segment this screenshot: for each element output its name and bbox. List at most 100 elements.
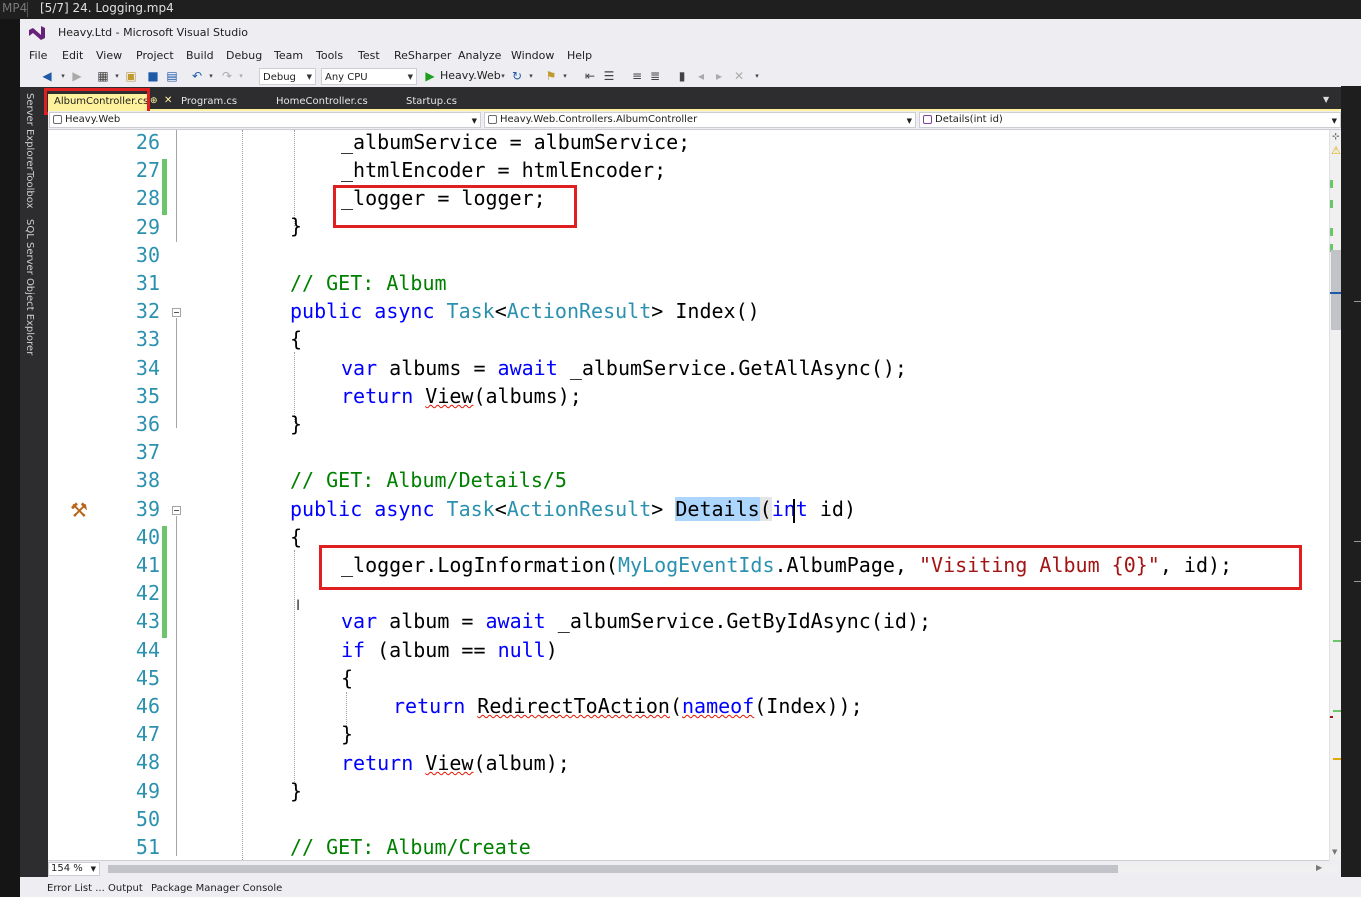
find-dropdown-icon[interactable]: ▾ [558, 69, 572, 83]
code-line-32: public async Task<ActionResult> Index() [290, 299, 760, 323]
line-number: 48 [135, 750, 160, 774]
tab-overflow-icon[interactable]: ▼ [1323, 95, 1329, 104]
scroll-down-icon[interactable]: ▼ [1332, 848, 1337, 856]
line-number: 33 [135, 327, 160, 351]
collapse-icon[interactable] [172, 506, 181, 515]
split-icon[interactable]: ⊹ [1332, 132, 1340, 142]
divider [1354, 581, 1361, 582]
sql-server-object-explorer-tab[interactable]: SQL Server Object Explorer [24, 219, 35, 355]
toolbox-tab[interactable]: Toolbox [24, 171, 35, 209]
open-file-icon[interactable]: ▣ [124, 69, 138, 83]
new-dropdown-icon[interactable]: ▾ [110, 69, 124, 83]
save-all-icon[interactable]: ▤ [165, 69, 179, 83]
indent-guide [294, 130, 295, 226]
step-icon[interactable]: ⇤ [583, 69, 597, 83]
title-bar: Heavy.Ltd - Microsoft Visual Studio [20, 19, 1361, 46]
code-line-34: var albums = await _albumService.GetAllA… [341, 356, 907, 380]
toolbar-overflow-icon[interactable]: ▾ [750, 69, 764, 83]
menu-bar: File Edit View Project Build Debug Team … [20, 46, 1361, 66]
horizontal-scrollbar[interactable] [108, 865, 1338, 873]
menu-team[interactable]: Team [274, 49, 303, 62]
zoom-select[interactable]: 154 % ▼ [48, 862, 100, 876]
tab-program[interactable]: Program.cs [175, 94, 243, 110]
line-number: 50 [135, 807, 160, 831]
vertical-scrollbar[interactable]: ⊹ ⚠ ▼ [1329, 130, 1341, 860]
clear-bookmarks-icon[interactable]: ✕ [732, 69, 746, 83]
line-number: 49 [135, 779, 160, 803]
refresh-dropdown-icon[interactable]: ▾ [524, 69, 538, 83]
menu-help[interactable]: Help [567, 49, 592, 62]
menu-build[interactable]: Build [186, 49, 214, 62]
tab-package-manager-console[interactable]: Package Manager Console [151, 883, 282, 894]
server-explorer-tab[interactable]: Server Explorer [24, 93, 35, 171]
line-number: 38 [135, 468, 160, 492]
find-icon[interactable]: ⚑ [544, 69, 558, 83]
menu-tools[interactable]: Tools [316, 49, 343, 62]
menu-test[interactable]: Test [358, 49, 380, 62]
line-number: 40 [135, 525, 160, 549]
menu-file[interactable]: File [29, 49, 47, 62]
member-dropdown[interactable]: Details(int id) ▼ [919, 112, 1341, 128]
tab-startup[interactable]: Startup.cs [400, 94, 463, 110]
next-bookmark-icon[interactable]: ▸ [712, 69, 726, 83]
code-line-39: public async Task<ActionResult> Details(… [290, 497, 856, 521]
indent-guide [294, 550, 295, 786]
menu-resharper[interactable]: ReSharper [394, 49, 451, 62]
right-edge-top [1341, 86, 1361, 111]
tab-error-list[interactable]: Error List ... [47, 883, 105, 894]
pin-icon[interactable]: ⊕ [150, 96, 158, 106]
scroll-right-icon[interactable]: ▶ [1316, 863, 1322, 872]
type-dropdown[interactable]: Heavy.Web.Controllers.AlbumController ▼ [484, 112, 916, 128]
line-number: 39 [135, 497, 160, 521]
back-dropdown-icon[interactable]: ▾ [56, 69, 70, 83]
warning-icon[interactable]: ⚠ [1331, 144, 1341, 157]
redo-dropdown-icon[interactable]: ▾ [234, 69, 248, 83]
forward-icon[interactable]: ▶ [70, 69, 84, 83]
menu-analyze[interactable]: Analyze [458, 49, 501, 62]
bookmark-icon[interactable]: ▮ [675, 69, 689, 83]
format-icon[interactable]: ☰ [602, 69, 616, 83]
tab-home-controller[interactable]: HomeController.cs [270, 94, 374, 110]
platform-select[interactable]: Any CPU ▼ [321, 68, 417, 85]
change-mark [1330, 200, 1333, 208]
refresh-icon[interactable]: ↻ [510, 69, 524, 83]
undo-icon[interactable]: ↶ [190, 69, 204, 83]
code-editor[interactable]: 26 27 28 29 30 31 32 33 34 35 36 37 38 39 40 41 42 43 44 45… [48, 130, 1329, 860]
start-debugging-icon[interactable]: ▶ [423, 69, 437, 83]
uncomment-icon[interactable]: ≣ [648, 69, 662, 83]
menu-edit[interactable]: Edit [62, 49, 83, 62]
project-dropdown[interactable]: Heavy.Web ▼ [49, 112, 481, 128]
configuration-select[interactable]: Debug ▼ [259, 68, 316, 85]
scroll-thumb[interactable] [1331, 250, 1341, 330]
new-project-icon[interactable]: ▦ [96, 69, 110, 83]
comment-icon[interactable]: ≡ [630, 69, 644, 83]
selected-identifier: Details [675, 497, 760, 521]
menu-window[interactable]: Window [511, 49, 554, 62]
change-mark [1330, 228, 1333, 236]
save-icon[interactable]: ■ [146, 69, 160, 83]
error-mark [1330, 716, 1333, 718]
line-number: 34 [135, 356, 160, 380]
line-number: 32 [135, 299, 160, 323]
menu-project[interactable]: Project [136, 49, 174, 62]
code-line-27: _htmlEncoder = htmlEncoder; [341, 158, 667, 182]
prev-bookmark-icon[interactable]: ◂ [694, 69, 708, 83]
menu-view[interactable]: View [96, 49, 122, 62]
fold-line [176, 318, 177, 428]
close-icon[interactable]: ✕ [164, 95, 172, 106]
startup-dropdown-icon[interactable]: ▾ [496, 69, 510, 83]
undo-dropdown-icon[interactable]: ▾ [204, 69, 218, 83]
horizontal-scroll-thumb[interactable] [108, 865, 1118, 873]
collapse-icon[interactable] [172, 308, 181, 317]
line-number: 44 [135, 638, 160, 662]
player-title-bar: MP4 [5/7] 24. Logging.mp4 [0, 0, 1361, 19]
menu-debug[interactable]: Debug [226, 49, 262, 62]
back-icon[interactable]: ◀ [40, 69, 54, 83]
warning-mark [1333, 758, 1341, 760]
tab-output[interactable]: Output [108, 883, 143, 894]
quick-action-hammer-icon[interactable]: ⚒ [70, 498, 88, 522]
redo-icon[interactable]: ↷ [220, 69, 234, 83]
line-number: 27 [135, 158, 160, 182]
divider [1354, 301, 1361, 302]
startup-project-label[interactable]: Heavy.Web [440, 69, 501, 82]
